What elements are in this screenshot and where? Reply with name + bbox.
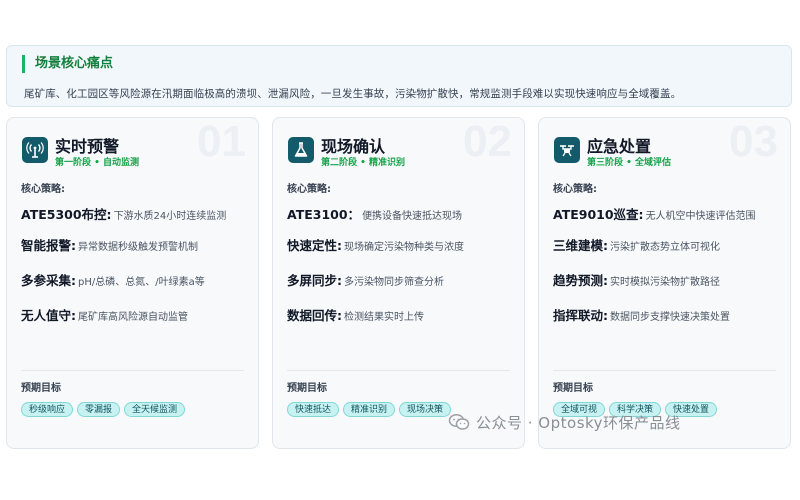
card-number: 02 (463, 117, 512, 166)
stage-card-onsite-confirmation: 02 现场确认 第二阶段 • 精准识别 核心策略: ATE3100： 便携设备快速… (272, 117, 525, 449)
core-strategy-label: 核心策略: (21, 184, 65, 195)
strategy-key: 快速定性: (287, 238, 342, 253)
strategy-key: ATE5300布控: (21, 207, 112, 222)
card-title: 应急处置 (587, 137, 652, 156)
strategy-desc: 异常数据秒级触发预警机制 (78, 242, 198, 253)
card-number: 03 (729, 117, 778, 166)
goal-tag: 零漏报 (77, 402, 121, 417)
card-number: 01 (197, 117, 246, 166)
goal-tags: 快速抵达 精准识别 现场决策 (287, 397, 455, 417)
strategy-key: 数据回传: (287, 308, 342, 323)
stage-card-realtime-warning: 01 实时预警 第一阶段 • 自动监测 核心策略: ATE5300布控: 下游水质… (6, 117, 259, 449)
goal-tag: 精准识别 (343, 402, 396, 417)
wechat-icon (448, 413, 470, 435)
strategy-key: 智能报警: (21, 238, 76, 253)
strategy-item: 指挥联动: 数据同步支撑快速决策处置 (553, 307, 730, 326)
goal-tag: 快速抵达 (287, 402, 340, 417)
strategy-item: ATE3100： 便携设备快速抵达现场 (287, 206, 462, 225)
strategy-desc: 现场确定污染物种类与浓度 (344, 242, 464, 253)
strategy-item: ATE5300布控: 下游水质24小时连续监测 (21, 206, 226, 225)
strategy-desc: 尾矿库高风险源自动监管 (78, 312, 188, 323)
goal-tags: 秒级响应 零漏报 全天候监测 (21, 397, 189, 417)
strategy-key: ATE9010巡查: (553, 207, 644, 222)
strategy-item: 智能报警: 异常数据秒级触发预警机制 (21, 237, 198, 256)
strategy-desc: pH/总磷、总氮、/叶绿素a等 (78, 277, 205, 288)
core-strategy-label: 核心策略: (553, 184, 597, 195)
banner-title: 场景核心痛点 (22, 55, 113, 73)
goal-label: 预期目标 (553, 383, 593, 394)
strategy-desc: 下游水质24小时连续监测 (113, 211, 227, 222)
stage-card-emergency-response: 03 应急处置 第三阶段 • 全域评估 核心策略: ATE9010巡查: 无人机空… (538, 117, 791, 449)
pain-point-banner: 场景核心痛点 尾矿库、化工园区等风险源在汛期面临极高的溃坝、泄漏风险，一旦发生事… (6, 45, 792, 107)
card-subtitle: 第二阶段 • 精准识别 (321, 158, 406, 168)
flask-icon (288, 137, 314, 163)
strategy-key: 多屏同步: (287, 273, 342, 288)
strategy-item: 多参采集: pH/总磷、总氮、/叶绿素a等 (21, 272, 205, 291)
strategy-item: 三维建模: 污染扩散态势立体可视化 (553, 237, 720, 256)
card-title: 现场确认 (321, 137, 386, 156)
strategy-key: 指挥联动: (553, 308, 608, 323)
strategy-desc: 检测结果实时上传 (344, 312, 424, 323)
strategy-desc: 污染扩散态势立体可视化 (610, 242, 720, 253)
strategy-key: 三维建模: (553, 238, 608, 253)
core-strategy-label: 核心策略: (287, 184, 331, 195)
strategy-desc: 多污染物同步筛查分析 (344, 277, 444, 288)
divider (287, 370, 510, 371)
strategy-item: 快速定性: 现场确定污染物种类与浓度 (287, 237, 464, 256)
goal-label: 预期目标 (21, 383, 61, 394)
drone-icon (554, 137, 580, 163)
strategy-key: ATE3100： (287, 207, 361, 222)
goal-tag: 现场决策 (399, 402, 452, 417)
strategy-key: 无人值守: (21, 308, 76, 323)
watermark-text: 公众号 · Optosky环保产品线 (476, 414, 681, 432)
strategy-item: ATE9010巡查: 无人机空中快速评估范围 (553, 206, 756, 225)
strategy-key: 多参采集: (21, 273, 76, 288)
card-subtitle: 第三阶段 • 全域评估 (587, 158, 672, 168)
antenna-signal-icon (22, 137, 48, 163)
banner-text: 尾矿库、化工园区等风险源在汛期面临极高的溃坝、泄漏风险，一旦发生事故，污染物扩散… (24, 88, 682, 100)
divider (553, 370, 776, 371)
card-subtitle: 第一阶段 • 自动监测 (55, 158, 140, 168)
divider (21, 370, 244, 371)
card-title: 实时预警 (55, 137, 120, 156)
strategy-item: 多屏同步: 多污染物同步筛查分析 (287, 272, 444, 291)
strategy-item: 无人值守: 尾矿库高风险源自动监管 (21, 307, 188, 326)
goal-tag: 全天候监测 (124, 402, 186, 417)
goal-label: 预期目标 (287, 383, 327, 394)
strategy-desc: 实时模拟污染物扩散路径 (610, 277, 720, 288)
strategy-desc: 数据同步支撑快速决策处置 (610, 312, 730, 323)
strategy-desc: 无人机空中快速评估范围 (645, 211, 756, 222)
strategy-item: 数据回传: 检测结果实时上传 (287, 307, 424, 326)
strategy-item: 趋势预测: 实时模拟污染物扩散路径 (553, 272, 720, 291)
goal-tag: 秒级响应 (21, 402, 74, 417)
strategy-desc: 便携设备快速抵达现场 (362, 211, 463, 222)
watermark: 公众号 · Optosky环保产品线 (448, 412, 681, 435)
strategy-key: 趋势预测: (553, 273, 608, 288)
